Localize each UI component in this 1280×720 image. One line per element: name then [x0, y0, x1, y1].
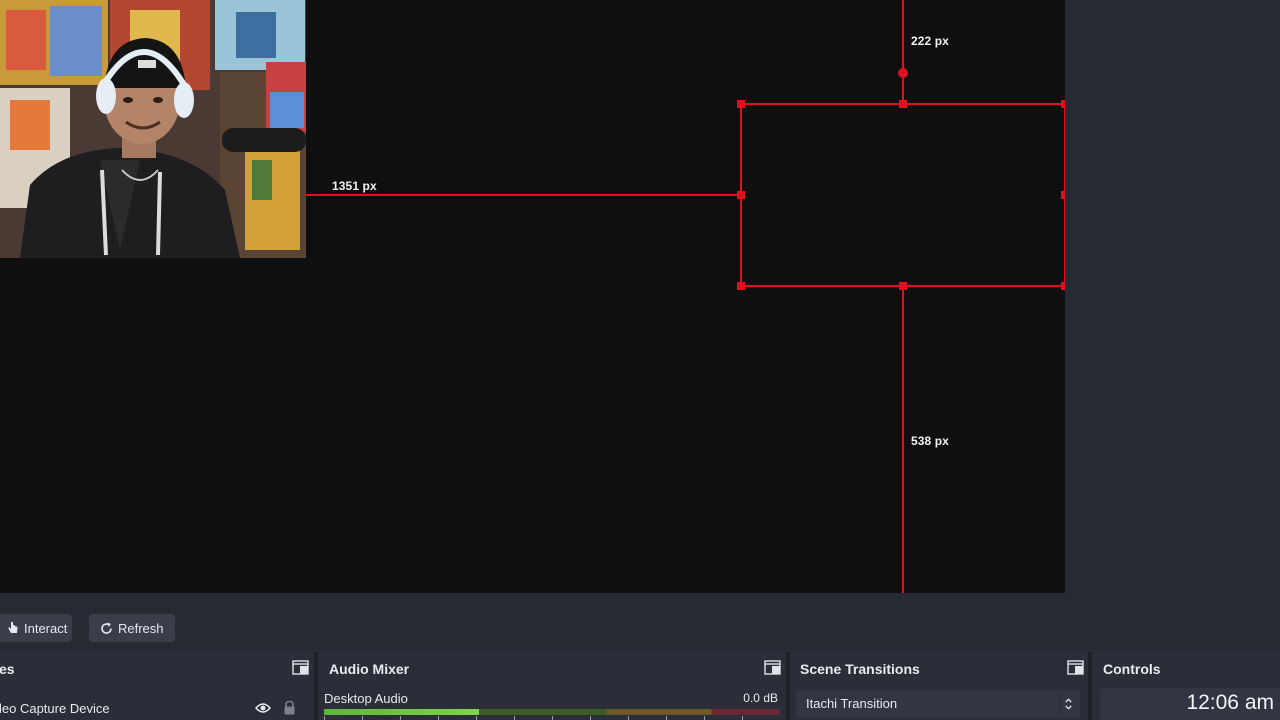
audio-channel-name: Desktop Audio	[324, 691, 408, 706]
handle-top-right	[1061, 100, 1065, 108]
handle-bottom-center	[899, 282, 907, 290]
scene-transitions-title: Scene Transitions	[800, 661, 920, 677]
transition-select-value: Itachi Transition	[806, 696, 898, 711]
source-item-label: leo Capture Device	[0, 701, 110, 716]
undock-icon[interactable]	[292, 660, 309, 675]
audio-mixer-dock: Audio Mixer Desktop Audio 0.0 dB	[318, 652, 786, 720]
audio-mixer-title: Audio Mixer	[329, 661, 410, 677]
volume-meter-level	[324, 709, 480, 715]
source-toolbar	[0, 606, 1280, 650]
handle-top-left	[737, 100, 745, 108]
rotate-handle	[898, 68, 908, 78]
preview-area: 222 px 1351 px 538 px	[0, 0, 1280, 606]
refresh-icon	[101, 622, 112, 634]
audio-channel-db: 0.0 dB	[743, 691, 778, 705]
refresh-button-label: Refresh	[118, 620, 164, 636]
sources-dock: es leo Capture Device	[0, 652, 316, 720]
handle-top-center	[899, 100, 907, 108]
left-distance-label: 1351 px	[332, 179, 377, 193]
eye-icon[interactable]	[255, 702, 271, 714]
refresh-button[interactable]: Refresh	[89, 614, 175, 642]
bottom-distance-label: 538 px	[911, 434, 949, 448]
controls-title: Controls	[1103, 661, 1161, 677]
interact-button-label: Interact	[24, 620, 68, 636]
top-distance-label: 222 px	[911, 34, 949, 48]
transition-select[interactable]: Itachi Transition	[796, 690, 1080, 718]
selection-bounding-box	[740, 103, 1065, 287]
select-arrows-icon	[1060, 694, 1072, 714]
undock-icon[interactable]	[1067, 660, 1084, 675]
handle-bottom-left	[737, 282, 745, 290]
sources-dock-title: es	[0, 661, 15, 677]
transform-guides	[306, 0, 1065, 593]
controls-dock: Controls 12:06 am	[1092, 652, 1280, 720]
lock-icon[interactable]	[283, 700, 296, 715]
volume-meter	[324, 709, 780, 715]
clock-display: 12:06 am	[1186, 691, 1274, 714]
scene-transitions-dock: Scene Transitions Itachi Transition	[790, 652, 1088, 720]
handle-bottom-right	[1061, 282, 1065, 290]
source-list-item[interactable]: leo Capture Device	[0, 688, 312, 716]
handle-middle-right	[1061, 191, 1065, 199]
volume-meter-ticks	[324, 716, 780, 720]
handle-middle-left	[737, 191, 745, 199]
obs-window: 222 px 1351 px 538 px Interact Refresh e…	[0, 0, 1280, 720]
undock-icon[interactable]	[764, 660, 781, 675]
interact-button[interactable]: Interact	[0, 614, 72, 642]
hand-pointer-icon	[8, 621, 18, 633]
